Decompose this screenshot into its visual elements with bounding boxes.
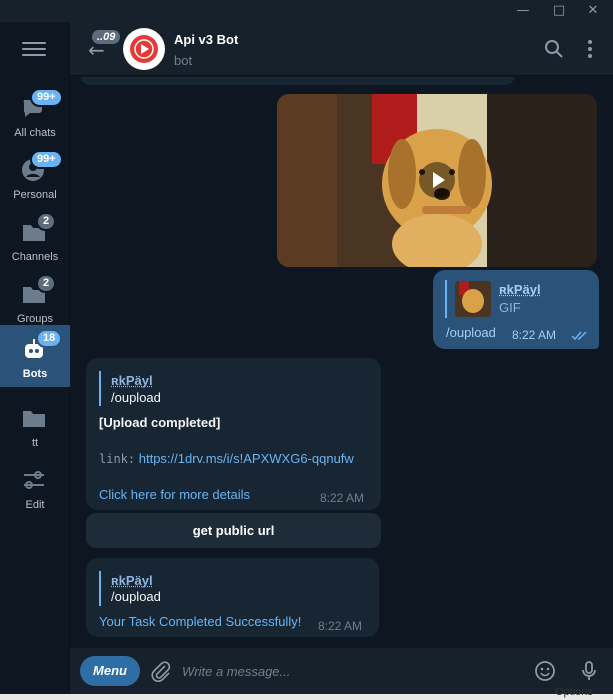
badge-channels: 2 xyxy=(36,212,57,231)
sidebar-item-label: Groups xyxy=(16,313,54,325)
reply-text: /oupload xyxy=(111,589,161,604)
sidebar-item-label: Edit xyxy=(25,499,45,511)
reply-preview[interactable]: ʀkPäyl /oupload xyxy=(99,371,349,406)
badge-personal: 99+ xyxy=(30,150,63,169)
sidebar-item-groups[interactable]: 2 Groups xyxy=(0,270,70,332)
message-text[interactable]: /oupload xyxy=(446,325,496,340)
microphone-icon[interactable] xyxy=(578,660,600,682)
bot-menu-button[interactable]: Menu xyxy=(80,656,140,686)
badge-all-chats: 99+ xyxy=(30,88,63,107)
sidebar-item-label: tt xyxy=(31,437,39,449)
reply-media-type: GIF xyxy=(499,300,521,315)
chat-subtitle: bot xyxy=(174,53,193,68)
close-icon[interactable]: ✕ xyxy=(578,2,608,20)
incoming-message[interactable]: ʀkPäyl /oupload [Upload completed] link:… xyxy=(86,358,381,510)
sidebar-item-label: All chats xyxy=(14,127,56,139)
get-public-url-button[interactable]: get public url xyxy=(86,513,381,548)
bot-logo-icon xyxy=(130,35,158,63)
message-time: 8:22 AM xyxy=(318,619,363,633)
avatar[interactable] xyxy=(123,28,165,70)
chat-header: ← ..09 Api v3 Bot bot xyxy=(70,22,613,76)
reply-preview[interactable]: ʀkPäyl /oupload xyxy=(99,571,349,606)
more-vertical-icon[interactable] xyxy=(580,39,600,59)
link-label: link: xyxy=(99,452,136,466)
reply-sender-name: ʀkPäyl xyxy=(111,373,153,388)
background-window-strip xyxy=(0,694,613,700)
play-icon[interactable] xyxy=(419,162,455,198)
upload-link[interactable]: https://1drv.ms/i/s!APXWXG6-qqnufw xyxy=(139,451,354,466)
maximize-icon[interactable]: □ xyxy=(544,2,574,20)
message-time: 8:22 AM xyxy=(320,491,365,505)
minimize-icon[interactable]: — xyxy=(508,2,538,20)
folders-sidebar: 99+ All chats 99+ Personal 2 Channels 2 … xyxy=(0,22,70,700)
folder-icon xyxy=(23,411,45,427)
hamburger-menu-icon[interactable] xyxy=(22,42,46,58)
reply-sender-name: ʀkPäyl xyxy=(111,573,153,588)
reply-preview[interactable]: ʀkPäyl GIF xyxy=(445,280,585,318)
message-list[interactable]: ʀkPäyl GIF /oupload 8:22 AM ʀkPäyl /oupl… xyxy=(70,77,613,648)
sidebar-item-personal[interactable]: 99+ Personal xyxy=(0,146,70,208)
sidebar-item-all-chats[interactable]: 99+ All chats xyxy=(0,84,70,146)
reply-text: /oupload xyxy=(111,390,161,405)
sidebar-item-tt[interactable]: tt xyxy=(0,394,70,456)
message-title: [Upload completed] xyxy=(99,415,221,430)
chat-title[interactable]: Api v3 Bot xyxy=(174,32,238,47)
sidebar-item-label: Bots xyxy=(22,368,48,380)
previous-message-bubble xyxy=(80,77,515,85)
gif-message[interactable] xyxy=(277,94,597,267)
reply-sender-name: ʀkPäyl xyxy=(499,282,541,297)
sidebar-item-edit[interactable]: Edit xyxy=(0,456,70,518)
gif-thumbnail xyxy=(455,281,491,317)
background-options-label: Options xyxy=(555,686,593,698)
sidebar-item-label: Channels xyxy=(11,251,59,263)
badge-bots: 18 xyxy=(36,329,63,348)
details-link[interactable]: Click here for more details xyxy=(99,487,250,502)
sidebar-item-bots[interactable]: 18 Bots xyxy=(0,325,70,387)
message-text[interactable]: Your Task Completed Successfully! xyxy=(99,614,301,629)
double-check-icon xyxy=(571,331,587,341)
sliders-icon xyxy=(24,471,44,489)
window-titlebar: — □ ✕ xyxy=(0,0,613,22)
sidebar-item-label: Personal xyxy=(13,189,57,201)
sidebar-item-channels[interactable]: 2 Channels xyxy=(0,208,70,270)
outgoing-message[interactable]: ʀkPäyl GIF /oupload 8:22 AM xyxy=(433,270,599,349)
unread-counter: ..09 xyxy=(92,30,121,44)
paperclip-icon[interactable] xyxy=(150,660,172,682)
message-time: 8:22 AM xyxy=(512,328,557,342)
message-composer: Menu xyxy=(70,648,613,694)
message-input[interactable] xyxy=(182,656,512,686)
incoming-message[interactable]: ʀkPäyl /oupload Your Task Completed Succ… xyxy=(86,558,379,637)
badge-groups: 2 xyxy=(36,274,57,293)
link-line: link: https://1drv.ms/i/s!APXWXG6-qqnufw xyxy=(99,451,354,466)
emoji-icon[interactable] xyxy=(534,660,556,682)
search-icon[interactable] xyxy=(544,39,564,59)
